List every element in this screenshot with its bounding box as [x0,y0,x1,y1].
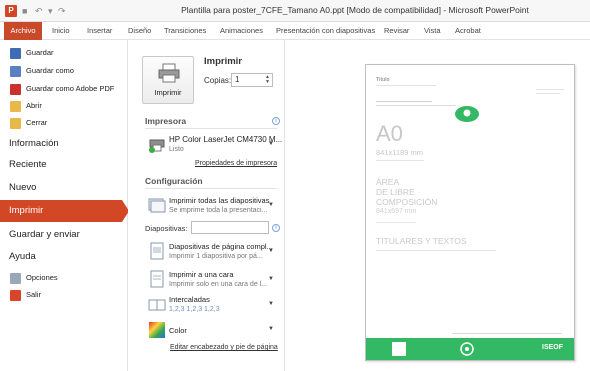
title-bar: P ■ ↶ ▾ ↷ Plantilla para poster_7CFE_Tam… [0,0,590,22]
tab-acrobat[interactable]: Acrobat [455,22,481,40]
color-swatch-icon [149,322,165,338]
divider [145,188,277,189]
layout-dropdown[interactable]: Diapositivas de página compl... Imprimir… [145,238,277,264]
poster-area-line: DE LIBRE [376,187,415,197]
poster-text-line [376,250,496,251]
poster-area-line: COMPOSICIÓN [376,197,438,207]
poster-text-line [536,93,560,94]
config-section-title: Configuración [145,176,203,186]
poster-text-line [376,105,456,106]
nav-abrir[interactable]: Abrir [10,98,42,114]
poster-text-line [376,101,432,102]
tab-inicio[interactable]: Inicio [52,22,70,40]
poster-text-line [376,222,416,223]
poster-titles-heading: TITULARES Y TEXTOS [376,236,467,246]
nav-guardar-enviar[interactable]: Guardar y enviar [9,224,80,246]
options-icon [10,272,21,284]
poster-text-line [376,85,436,86]
logo-icon [460,342,474,356]
poster-footer: ISEOF [366,338,574,360]
poster-area-line: ÁREA [376,177,400,187]
poster-size-heading: A0 [376,121,403,146]
print-heading: Imprimir [204,56,243,67]
poster-text-line [452,333,562,334]
nav-ayuda[interactable]: Ayuda [9,246,36,268]
pdf-icon [10,83,21,95]
chevron-down-icon: ▼ [268,276,274,282]
tab-transiciones[interactable]: Transiciones [164,22,206,40]
printer-dropdown[interactable]: HP Color LaserJet CM4730 M... Listo ▼ [145,131,282,157]
info-icon[interactable]: i [272,224,280,232]
copies-input[interactable]: 1 ▲ ▼ [231,73,273,87]
tab-insertar[interactable]: Insertar [87,22,112,40]
print-button[interactable]: Imprimir [142,56,194,104]
poster-text-line [376,160,424,161]
backstage-nav: Guardar Guardar como Guardar como Adobe … [0,40,129,371]
tab-presentacion[interactable]: Presentación con diapositivas [276,22,375,40]
poster-preview-page: Título A0 841x1189 mm ÁREA DE LIBRE COMP… [365,64,575,361]
tab-animaciones[interactable]: Animaciones [220,22,263,40]
print-settings-panel: Imprimir Imprimir Copias: 1 ▲ ▼ Impresora… [128,40,285,371]
nav-informacion[interactable]: Información [9,133,59,155]
chevron-down-icon: ▼ [268,301,274,307]
tab-revisar[interactable]: Revisar [384,22,409,40]
ribbon-tabs: Archivo Inicio Insertar Diseño Transicio… [0,22,590,40]
folder-open-icon [10,100,21,112]
spin-arrows-icon[interactable]: ▲ ▼ [265,75,270,85]
printer-properties-link[interactable]: Propiedades de impresora [195,160,277,167]
print-button-label: Imprimir [154,88,182,97]
poster-size-dims: 841x1189 mm [376,148,423,157]
nav-opciones[interactable]: Opciones [10,270,58,286]
info-icon[interactable]: i [272,117,280,125]
copies-label: Copias: [204,76,232,85]
printer-icon [158,63,180,83]
poster-area-dims: 841x697 mm [376,208,417,215]
save-as-icon [10,65,21,77]
chevron-down-icon: ▼ [268,141,274,147]
printer-section-title: Impresora [145,116,187,126]
color-dropdown[interactable]: Color ▼ [145,318,277,340]
edit-header-footer-link[interactable]: Editar encabezado y pie de página [170,344,278,351]
nav-reciente[interactable]: Reciente [9,154,47,176]
tab-diseno[interactable]: Diseño [128,22,151,40]
tab-vista[interactable]: Vista [424,22,441,40]
chevron-down-icon: ▼ [268,202,274,208]
slides-input[interactable] [191,221,269,234]
poster-footer-logo: ISEOF [542,344,564,351]
nav-guardar-pdf[interactable]: Guardar como Adobe PDF [10,81,114,97]
nav-imprimir[interactable]: Imprimir [0,200,122,222]
poster-text-line [536,89,564,90]
nav-guardar[interactable]: Guardar [10,45,54,61]
printer-icon [149,139,165,153]
poster-title: Título [376,77,390,83]
tab-archivo[interactable]: Archivo [4,22,42,40]
chevron-down-icon: ▼ [268,248,274,254]
one-sided-icon [150,270,164,288]
nav-cerrar[interactable]: Cerrar [10,115,47,131]
logo-icon [455,106,479,122]
divider [145,128,277,129]
nav-guardar-como[interactable]: Guardar como [10,63,74,79]
nav-nuevo[interactable]: Nuevo [9,177,36,199]
folder-close-icon [10,117,21,129]
nav-salir[interactable]: Salir [10,287,41,303]
print-preview: Título A0 841x1189 mm ÁREA DE LIBRE COMP… [285,40,590,371]
full-page-slide-icon [150,242,164,260]
save-icon [10,47,21,59]
chevron-down-icon: ▼ [268,326,274,332]
collate-dropdown[interactable]: Intercaladas 1,2,3 1,2,3 1,2,3 ▼ [145,292,277,316]
slides-label: Diapositivas: [145,224,188,233]
slides-range-dropdown[interactable]: Imprimir todas las diapositivas Se impri… [145,192,277,218]
window-title: Plantilla para poster_7CFE_Tamano A0.ppt… [181,5,529,15]
exit-icon [10,289,21,301]
poster-footer-logo-box [392,342,406,356]
sides-dropdown[interactable]: Imprimir a una cara Imprimir solo en una… [145,266,277,292]
collate-icon [148,299,166,311]
slides-icon [148,198,166,213]
